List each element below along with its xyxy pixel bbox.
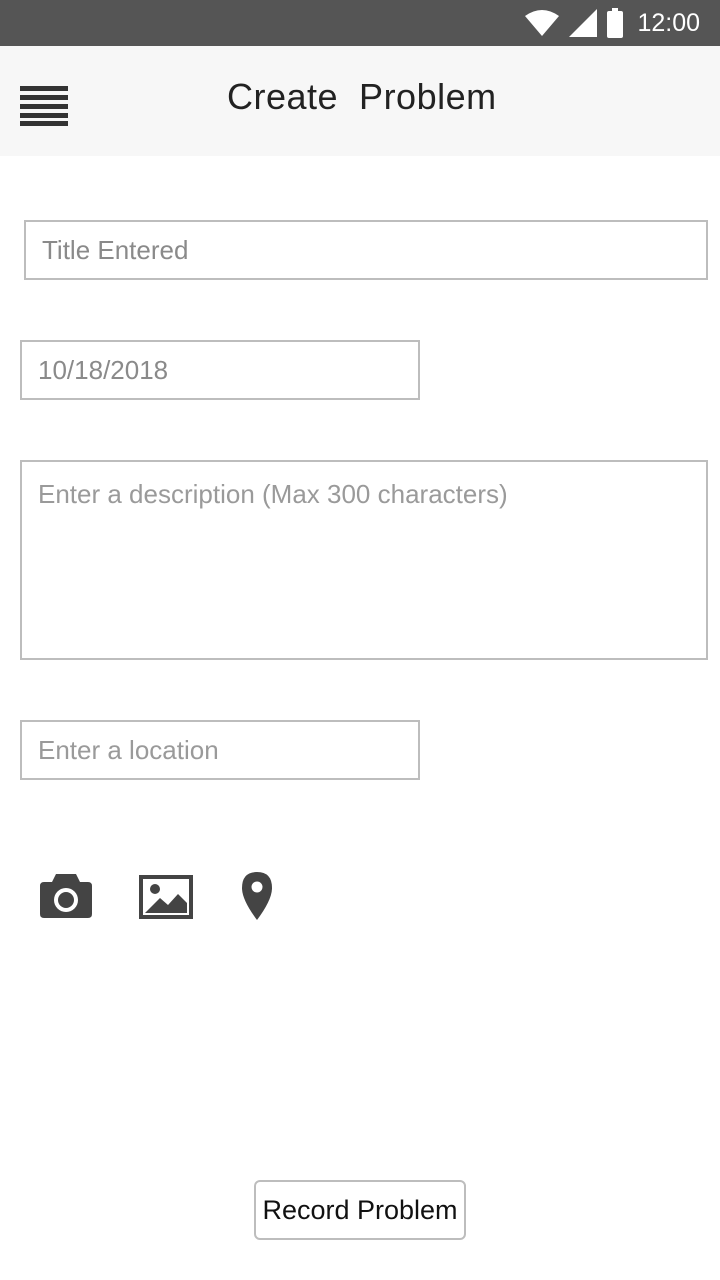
wifi-icon	[525, 10, 560, 36]
record-problem-button[interactable]: Record Problem	[254, 1180, 466, 1240]
battery-icon	[607, 8, 624, 38]
screen: 12:00 Create Problem Title Entered 10/18…	[0, 0, 720, 1280]
page-title: Create Problem	[227, 76, 497, 117]
title-input[interactable]	[24, 220, 708, 280]
date-input[interactable]	[20, 340, 420, 400]
location-input[interactable]	[20, 720, 420, 780]
image-icon	[139, 875, 193, 919]
status-time: 12:00	[637, 8, 700, 37]
menu-icon[interactable]	[20, 86, 68, 126]
description-input[interactable]	[20, 460, 708, 660]
camera-button[interactable]	[38, 870, 94, 922]
status-bar: 12:00	[0, 0, 720, 46]
location-pin-icon	[242, 872, 272, 920]
app-bar: Create Problem	[0, 46, 720, 156]
gallery-button[interactable]	[138, 870, 194, 922]
location-button[interactable]	[238, 870, 276, 922]
status-icons: 12:00	[525, 0, 700, 46]
camera-icon	[40, 874, 92, 918]
signal-icon	[569, 9, 598, 37]
